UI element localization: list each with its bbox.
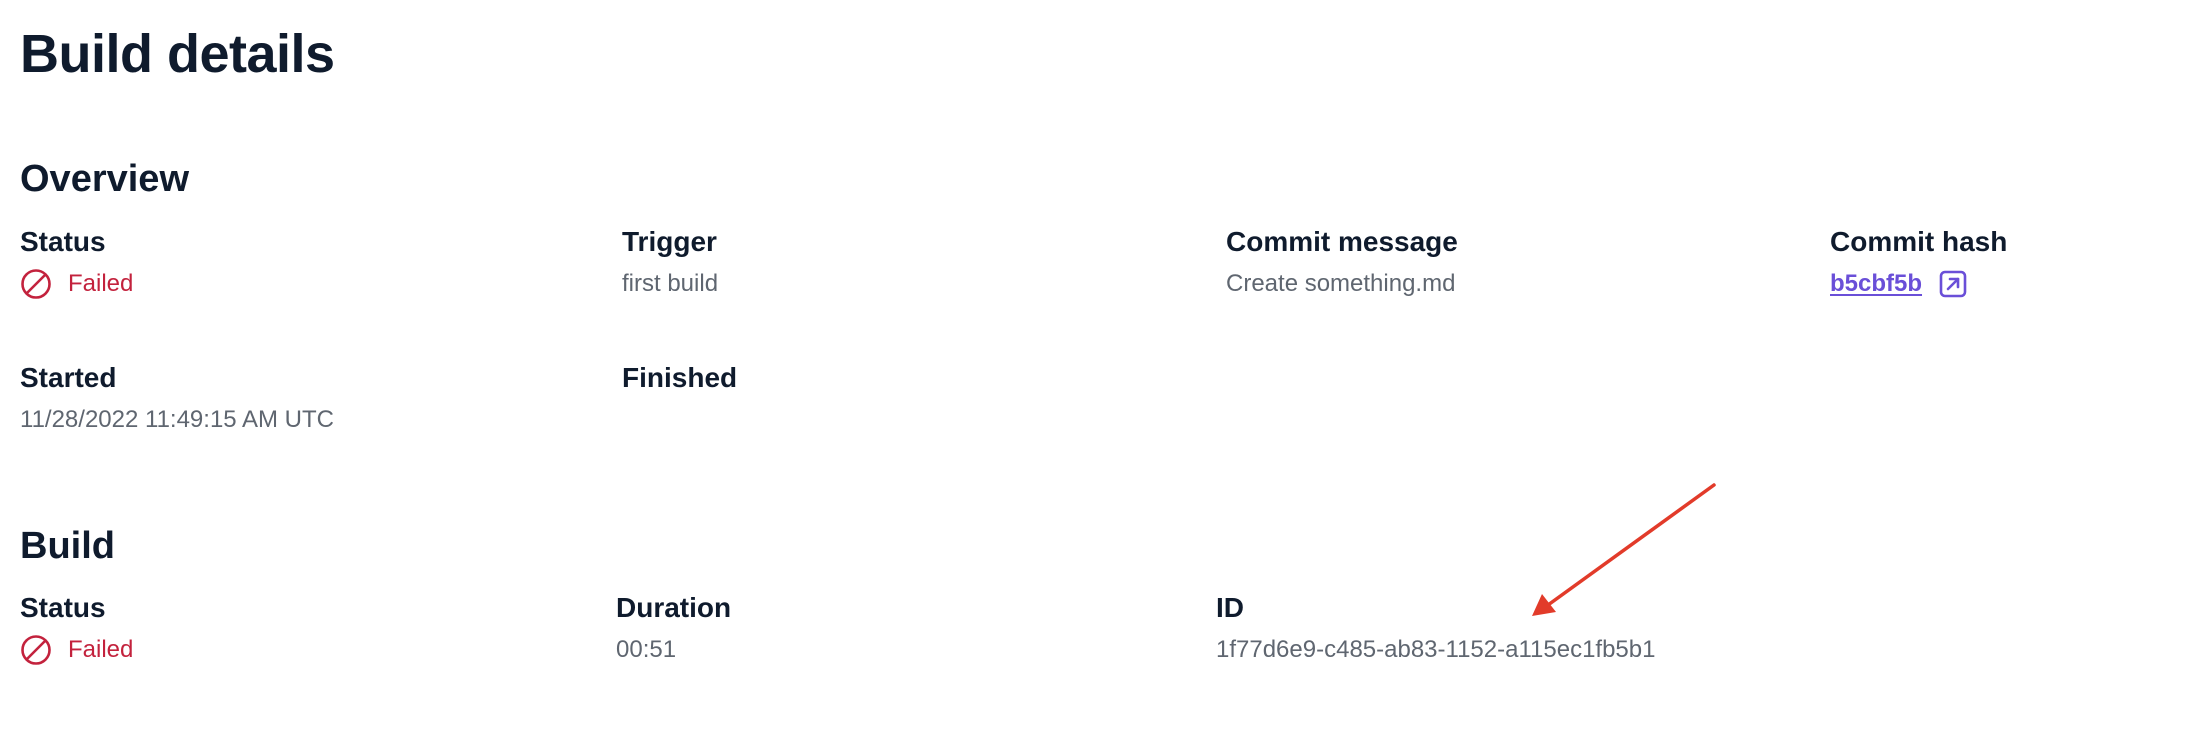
started-value: 11/28/2022 11:49:15 AM UTC [20,406,334,433]
finished-label: Finished [622,362,738,393]
build-heading: Build [20,525,115,567]
build-status-text: Failed [68,636,134,663]
duration-value: 00:51 [616,636,677,663]
trigger-field: Trigger first build [622,224,718,300]
commit-hash-value: b5cbf5b [1830,268,2007,300]
build-status-label: Status [20,592,106,623]
overview-status-value: Failed [20,268,133,300]
page-title: Build details [20,24,335,84]
commit-message-field: Commit message Create something.md [1226,224,1458,300]
trigger-label: Trigger [622,226,717,257]
build-status-value: Failed [20,634,133,666]
prohibited-icon [20,634,52,666]
overview-status-text: Failed [68,270,134,297]
overview-status-field: Status Failed [20,224,133,300]
commit-message-label: Commit message [1226,226,1458,257]
build-id-value: 1f77d6e9-c485-ab83-1152-a115ec1fb5b1 [1216,636,1656,663]
finished-field: Finished [622,360,737,404]
started-field: Started 11/28/2022 11:49:15 AM UTC [20,360,334,436]
commit-message-value: Create something.md [1226,270,1456,297]
commit-hash-label: Commit hash [1830,226,2008,257]
build-id-field: ID 1f77d6e9-c485-ab83-1152-a115ec1fb5b1 [1216,590,1655,666]
prohibited-icon [20,268,52,300]
started-label: Started [20,362,117,393]
commit-hash-field: Commit hash b5cbf5b [1830,224,2007,300]
overview-heading: Overview [20,158,189,200]
build-id-label: ID [1216,592,1244,623]
duration-field: Duration 00:51 [616,590,731,666]
duration-label: Duration [616,592,732,623]
external-link-icon[interactable] [1938,269,1968,299]
overview-status-label: Status [20,226,106,257]
build-status-field: Status Failed [20,590,133,666]
trigger-value: first build [622,270,719,297]
commit-hash-link[interactable]: b5cbf5b [1830,268,1922,300]
